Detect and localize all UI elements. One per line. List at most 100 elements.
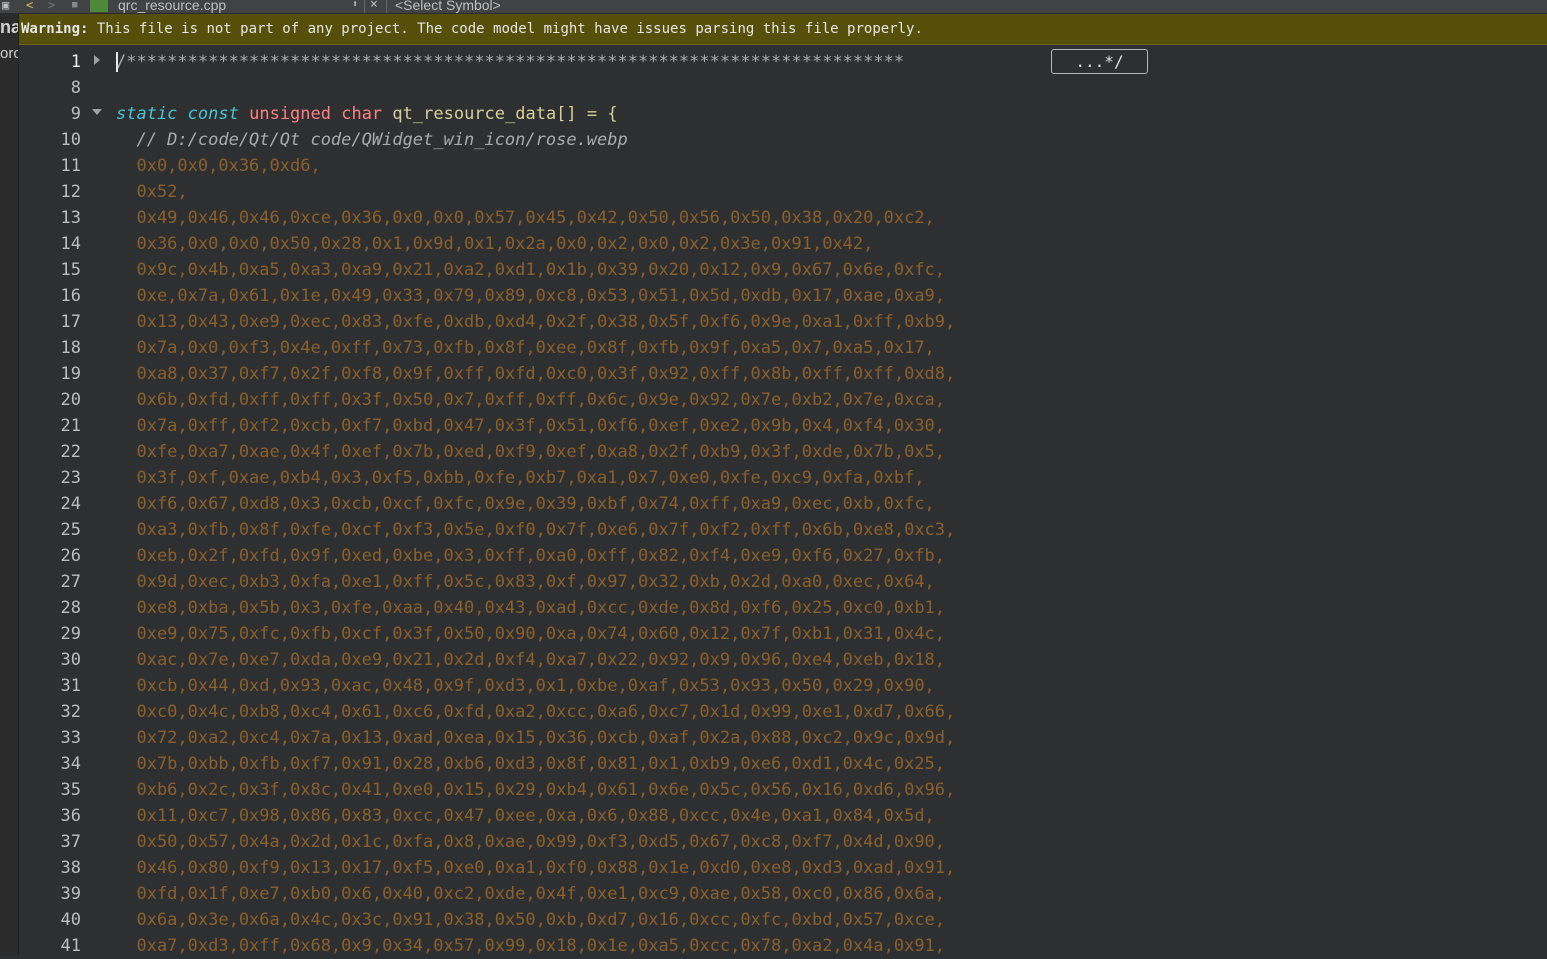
code-line[interactable]: static const unsigned char qt_resource_d… bbox=[116, 101, 618, 127]
line-number: 30 bbox=[60, 650, 81, 670]
symbol-selector[interactable]: <Select Symbol> bbox=[395, 0, 501, 13]
line-number: 18 bbox=[60, 338, 81, 358]
code-line[interactable]: 0xa8,0x37,0xf7,0x2f,0xf8,0x9f,0xff,0xfd,… bbox=[116, 361, 955, 387]
fold-collapsed-icon[interactable] bbox=[92, 55, 102, 65]
editor-toolbar: ▣ < > ■ qrc_resource.cpp ⬍ × <Select Sym… bbox=[0, 0, 1547, 14]
type-name: unsigned char bbox=[249, 104, 383, 124]
line-number: 29 bbox=[60, 624, 81, 644]
code-line[interactable]: 0x46,0x80,0xf9,0x13,0x17,0xf5,0xe0,0xa1,… bbox=[116, 855, 955, 881]
hex-data: 0x50,0x57,0x4a,0x2d,0x1c,0xfa,0x8,0xae,0… bbox=[116, 832, 946, 852]
hex-data: 0x52, bbox=[116, 182, 188, 202]
line-number: 21 bbox=[60, 416, 81, 436]
code-line[interactable]: 0xf6,0x67,0xd8,0x3,0xcb,0xcf,0xfc,0x9e,0… bbox=[116, 491, 935, 517]
toolbar-divider bbox=[364, 0, 365, 13]
code-line[interactable]: 0x7a,0x0,0xf3,0x4e,0xff,0x73,0xfb,0x8f,0… bbox=[116, 335, 934, 361]
code-line[interactable]: 0x11,0xc7,0x98,0x86,0x83,0xcc,0x47,0xee,… bbox=[116, 803, 934, 829]
code-line[interactable]: 0xfe,0xa7,0xae,0x4f,0xef,0x7b,0xed,0xf9,… bbox=[116, 439, 945, 465]
code-line[interactable]: 0x13,0x43,0xe9,0xec,0x83,0xfe,0xdb,0xd4,… bbox=[116, 309, 955, 335]
hex-data: 0x0,0x0,0x36,0xd6, bbox=[116, 156, 321, 176]
code-line[interactable]: 0xa7,0xd3,0xff,0x68,0x9,0x34,0x57,0x99,0… bbox=[116, 933, 945, 959]
code-line[interactable]: 0x7a,0xff,0xf2,0xcb,0xf7,0xbd,0x47,0x3f,… bbox=[116, 413, 945, 439]
code-line[interactable]: 0xeb,0x2f,0xfd,0x9f,0xed,0xbe,0x3,0xff,0… bbox=[116, 543, 945, 569]
code-line[interactable]: 0xac,0x7e,0xe7,0xda,0xe9,0x21,0x2d,0xf4,… bbox=[116, 647, 945, 673]
line-number: 14 bbox=[60, 234, 81, 254]
code-line[interactable]: 0xe,0x7a,0x61,0x1e,0x49,0x33,0x79,0x89,0… bbox=[116, 283, 945, 309]
line-number: 33 bbox=[60, 728, 81, 748]
hex-data: 0xb6,0x2c,0x3f,0x8c,0x41,0xe0,0x15,0x29,… bbox=[116, 780, 956, 800]
line-number: 36 bbox=[60, 806, 81, 826]
lock-icon: ■ bbox=[72, 0, 78, 10]
code-line[interactable]: 0xe9,0x75,0xfc,0xfb,0xcf,0x3f,0x50,0x90,… bbox=[116, 621, 945, 647]
hex-data: 0xe,0x7a,0x61,0x1e,0x49,0x33,0x79,0x89,0… bbox=[116, 286, 946, 306]
code-line[interactable]: 0x50,0x57,0x4a,0x2d,0x1c,0xfa,0x8,0xae,0… bbox=[116, 829, 945, 855]
code-line[interactable]: 0x9d,0xec,0xb3,0xfa,0xe1,0xff,0x5c,0x83,… bbox=[116, 569, 935, 595]
code-line[interactable]: 0xa3,0xfb,0x8f,0xfe,0xcf,0xf3,0x5e,0xf0,… bbox=[116, 517, 955, 543]
line-number: 9 bbox=[70, 104, 81, 124]
hex-data: 0x9c,0x4b,0xa5,0xa3,0xa9,0x21,0xa2,0xd1,… bbox=[116, 260, 946, 280]
file-name-dropdown[interactable]: qrc_resource.cpp bbox=[118, 0, 226, 13]
keyword-static: static bbox=[116, 104, 178, 124]
forward-button[interactable]: > bbox=[48, 0, 55, 13]
hex-data: 0xc0,0x4c,0xb8,0xc4,0x61,0xc6,0xfd,0xa2,… bbox=[116, 702, 956, 722]
toolbar-divider bbox=[386, 0, 387, 13]
line-number: 27 bbox=[60, 572, 81, 592]
hex-data: 0x9d,0xec,0xb3,0xfa,0xe1,0xff,0x5c,0x83,… bbox=[116, 572, 935, 592]
line-number: 13 bbox=[60, 208, 81, 228]
line-number: 41 bbox=[60, 936, 81, 956]
hex-data: 0xa8,0x37,0xf7,0x2f,0xf8,0x9f,0xff,0xfd,… bbox=[116, 364, 956, 384]
hex-data: 0x7b,0xbb,0xfb,0xf7,0x91,0x28,0xb6,0xd3,… bbox=[116, 754, 946, 774]
close-file-button[interactable]: × bbox=[370, 0, 378, 13]
hex-data: 0xcb,0x44,0xd,0x93,0xac,0x48,0x9f,0xd3,0… bbox=[116, 676, 935, 696]
hex-data: 0xfd,0x1f,0xe7,0xb0,0x6,0x40,0xc2,0xde,0… bbox=[116, 884, 946, 904]
cpp-file-icon bbox=[90, 0, 108, 12]
back-button[interactable]: < bbox=[26, 0, 33, 13]
panel-label-top: na bbox=[0, 17, 19, 37]
hex-data: 0xac,0x7e,0xe7,0xda,0xe9,0x21,0x2d,0xf4,… bbox=[116, 650, 946, 670]
line-number: 12 bbox=[60, 182, 81, 202]
code-line[interactable]: 0x49,0x46,0x46,0xce,0x36,0x0,0x0,0x57,0x… bbox=[116, 205, 935, 231]
line-number: 19 bbox=[60, 364, 81, 384]
hex-data: 0x49,0x46,0x46,0xce,0x36,0x0,0x0,0x57,0x… bbox=[116, 208, 935, 228]
line-number: 22 bbox=[60, 442, 81, 462]
code-line[interactable]: 0xcb,0x44,0xd,0x93,0xac,0x48,0x9f,0xd3,0… bbox=[116, 673, 935, 699]
hex-data: 0x6a,0x3e,0x6a,0x4c,0x3c,0x91,0x38,0x50,… bbox=[116, 910, 946, 930]
code-line[interactable]: // D:/code/Qt/Qt code/QWidget_win_icon/r… bbox=[116, 127, 628, 153]
line-number: 10 bbox=[60, 130, 81, 150]
fold-expanded-icon[interactable] bbox=[92, 107, 102, 117]
hex-data: 0xeb,0x2f,0xfd,0x9f,0xed,0xbe,0x3,0xff,0… bbox=[116, 546, 946, 566]
file-dropdown-arrow-icon[interactable]: ⬍ bbox=[352, 0, 358, 13]
code-line[interactable]: 0x72,0xa2,0xc4,0x7a,0x13,0xad,0xea,0x15,… bbox=[116, 725, 955, 751]
code-line[interactable]: 0xe8,0xba,0x5b,0x3,0xfe,0xaa,0x40,0x43,0… bbox=[116, 595, 945, 621]
code-line[interactable]: 0x52, bbox=[116, 179, 188, 205]
code-line[interactable]: 0x36,0x0,0x0,0x50,0x28,0x1,0x9d,0x1,0x2a… bbox=[116, 231, 873, 257]
code-line[interactable]: 0x9c,0x4b,0xa5,0xa3,0xa9,0x21,0xa2,0xd1,… bbox=[116, 257, 945, 283]
code-line[interactable]: 0xc0,0x4c,0xb8,0xc4,0x61,0xc6,0xfd,0xa2,… bbox=[116, 699, 955, 725]
code-line[interactable]: 0xfd,0x1f,0xe7,0xb0,0x6,0x40,0xc2,0xde,0… bbox=[116, 881, 945, 907]
code-line[interactable]: 0x0,0x0,0x36,0xd6, bbox=[116, 153, 321, 179]
hex-data: 0xfe,0xa7,0xae,0x4f,0xef,0x7b,0xed,0xf9,… bbox=[116, 442, 946, 462]
toggle-sidebar-icon[interactable]: ▣ bbox=[2, 0, 9, 13]
collapsed-block-marker[interactable]: ...*/ bbox=[1051, 49, 1148, 74]
hex-data: 0xa7,0xd3,0xff,0x68,0x9,0x34,0x57,0x99,0… bbox=[116, 936, 946, 956]
code-line[interactable]: 0x7b,0xbb,0xfb,0xf7,0x91,0x28,0xb6,0xd3,… bbox=[116, 751, 945, 777]
hex-data: 0xf6,0x67,0xd8,0x3,0xcb,0xcf,0xfc,0x9e,0… bbox=[116, 494, 935, 514]
line-number: 28 bbox=[60, 598, 81, 618]
path-comment: // D:/code/Qt/Qt code/QWidget_win_icon/r… bbox=[116, 130, 628, 150]
code-line[interactable]: /***************************************… bbox=[116, 49, 904, 75]
warning-message: This file is not part of any project. Th… bbox=[96, 21, 923, 37]
code-line[interactable]: 0x3f,0xf,0xae,0xb4,0x3,0xf5,0xbb,0xfe,0x… bbox=[116, 465, 925, 491]
line-number: 39 bbox=[60, 884, 81, 904]
code-line[interactable]: 0xb6,0x2c,0x3f,0x8c,0x41,0xe0,0x15,0x29,… bbox=[116, 777, 955, 803]
hex-data: 0x7a,0xff,0xf2,0xcb,0xf7,0xbd,0x47,0x3f,… bbox=[116, 416, 946, 436]
line-number: 38 bbox=[60, 858, 81, 878]
line-number: 17 bbox=[60, 312, 81, 332]
collapsed-comment-text: /***************************************… bbox=[116, 52, 905, 72]
panel-label-bottom: orc bbox=[0, 45, 19, 62]
code-line[interactable]: 0x6a,0x3e,0x6a,0x4c,0x3c,0x91,0x38,0x50,… bbox=[116, 907, 945, 933]
code-line[interactable]: 0x6b,0xfd,0xff,0xff,0x3f,0x50,0x7,0xff,0… bbox=[116, 387, 945, 413]
text-cursor bbox=[116, 52, 118, 72]
line-number: 11 bbox=[60, 156, 81, 176]
warning-label: Warning: bbox=[21, 21, 89, 37]
hex-data: 0x3f,0xf,0xae,0xb4,0x3,0xf5,0xbb,0xfe,0x… bbox=[116, 468, 925, 488]
line-number: 34 bbox=[60, 754, 81, 774]
